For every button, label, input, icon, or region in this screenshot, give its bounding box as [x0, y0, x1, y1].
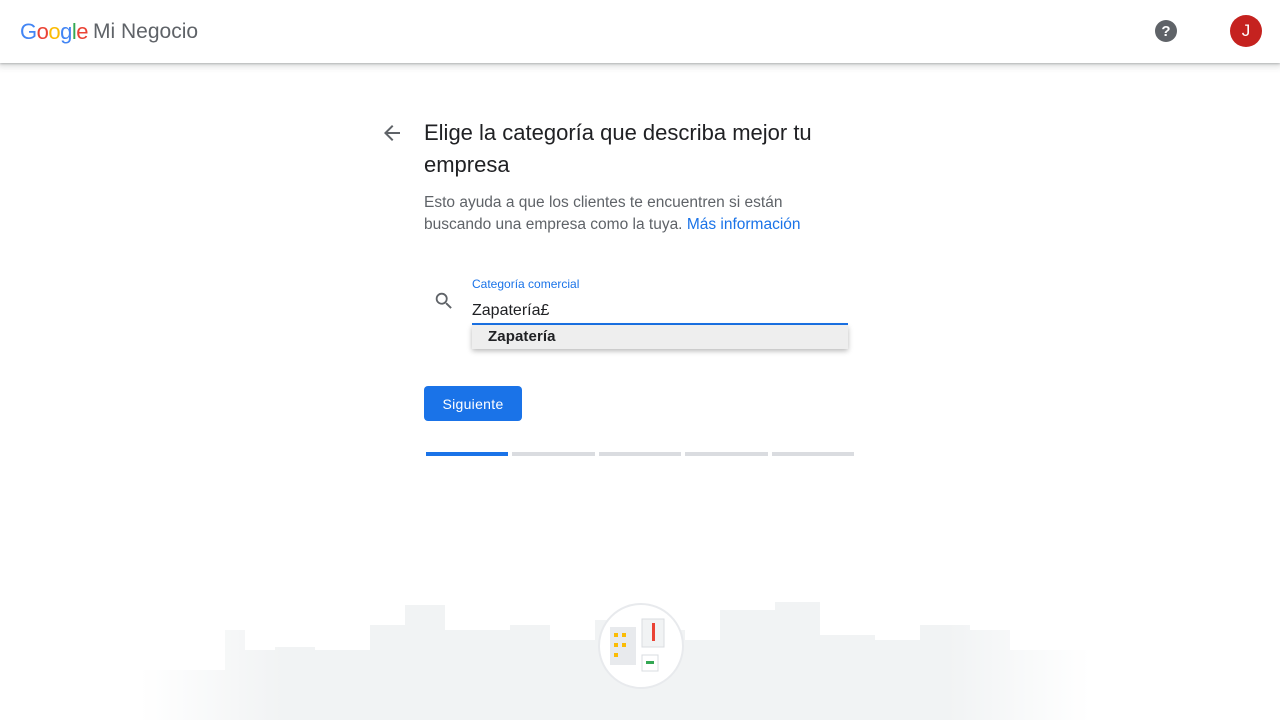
google-wordmark: Google — [20, 19, 89, 45]
progress-segment — [598, 452, 682, 456]
help-icon[interactable]: ? — [1155, 20, 1177, 42]
next-button[interactable]: Siguiente — [424, 386, 522, 421]
google-letter: o — [36, 19, 49, 44]
step-progress-bar — [426, 452, 855, 456]
product-name: Mi Negocio — [93, 20, 199, 43]
learn-more-link[interactable]: Más información — [687, 216, 801, 233]
google-letter: G — [20, 19, 37, 44]
progress-segment — [426, 452, 509, 456]
category-field-label: Categoría comercial — [472, 277, 580, 291]
progress-segment — [685, 452, 768, 456]
page-description: Esto ayuda a que los clientes te encuent… — [424, 192, 844, 236]
google-letter: o — [48, 19, 61, 44]
account-avatar[interactable]: J — [1230, 15, 1262, 47]
storefront-illustration — [598, 603, 684, 689]
top-app-bar: Google Mi Negocio ? J — [0, 0, 1280, 63]
google-my-business-logo[interactable]: Google Mi Negocio — [20, 17, 198, 47]
suggestion-item[interactable]: Zapatería — [488, 328, 556, 345]
search-icon — [433, 290, 455, 312]
help-glyph: ? — [1161, 22, 1171, 40]
google-letter: e — [76, 19, 89, 44]
google-letter: g — [60, 19, 72, 44]
progress-segment — [771, 452, 855, 456]
avatar-initial: J — [1241, 21, 1251, 40]
category-input[interactable] — [472, 298, 848, 325]
back-arrow-icon[interactable] — [380, 121, 404, 145]
page-title: Elige la categoría que describa mejor tu… — [424, 120, 812, 177]
suggestion-dropdown: Zapatería — [472, 325, 848, 349]
progress-segment — [512, 452, 595, 456]
